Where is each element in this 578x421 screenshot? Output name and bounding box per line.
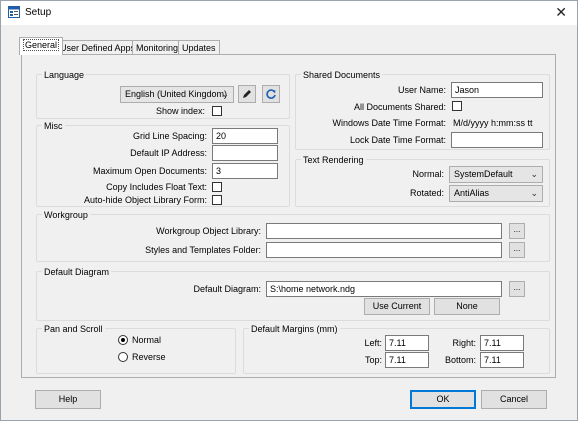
margin-left-input[interactable]: 7.11 — [385, 335, 429, 351]
cancel-button[interactable]: Cancel — [481, 390, 547, 409]
setup-app-icon — [8, 6, 20, 18]
margin-left-label: Left: — [364, 338, 382, 348]
misc-group-label: Misc — [42, 121, 65, 131]
lock-date-time-format-input[interactable] — [451, 132, 543, 148]
margin-bottom-input[interactable]: 7.11 — [480, 352, 524, 368]
language-select-value: English (United Kingdom) — [125, 89, 228, 99]
copy-float-text-label: Copy Includes Float Text: — [106, 182, 207, 192]
default-diagram-label: Default Diagram: — [193, 284, 261, 294]
autohide-library-checkbox[interactable] — [212, 195, 222, 205]
chevron-down-icon: ⌄ — [530, 188, 538, 198]
windows-date-time-format-label: Windows Date Time Format: — [332, 118, 446, 128]
all-documents-shared-checkbox[interactable] — [452, 101, 462, 111]
margin-right-label: Right: — [452, 338, 476, 348]
pan-normal-radio[interactable] — [118, 335, 128, 345]
max-open-docs-label: Maximum Open Documents: — [92, 166, 207, 176]
rotated-rendering-label: Rotated: — [409, 188, 444, 198]
close-icon[interactable]: ✕ — [555, 4, 567, 21]
margin-right-input[interactable]: 7.11 — [480, 335, 524, 351]
pan-normal-label: Normal — [132, 335, 162, 345]
use-current-button[interactable]: Use Current — [364, 298, 430, 315]
workgroup-group-label: Workgroup — [42, 210, 90, 220]
normal-rendering-value: SystemDefault — [454, 169, 513, 179]
default-ip-input[interactable] — [212, 145, 278, 161]
text-rendering-group-label: Text Rendering — [301, 155, 366, 165]
default-diagram-browse-button[interactable]: ... — [509, 281, 525, 297]
default-ip-label: Default IP Address: — [130, 148, 207, 158]
shared-documents-group-label: Shared Documents — [301, 70, 383, 80]
tab-general-label: General — [23, 39, 60, 51]
normal-rendering-select[interactable]: SystemDefault ⌄ — [449, 166, 543, 183]
styles-templates-input[interactable] — [266, 242, 502, 258]
default-diagram-input[interactable]: S:\home network.ndg — [266, 281, 502, 297]
tab-updates[interactable]: Updates — [178, 40, 220, 54]
language-select[interactable]: English (United Kingdom) ⌄ — [120, 86, 234, 103]
tab-user-defined-apps[interactable]: User Defined Apps — [56, 40, 140, 54]
chevron-down-icon: ⌄ — [530, 169, 538, 179]
workgroup-library-label: Workgroup Object Library: — [156, 226, 261, 236]
grid-line-spacing-label: Grid Line Spacing: — [132, 131, 207, 141]
workgroup-library-browse-button[interactable]: ... — [509, 223, 525, 239]
all-documents-shared-label: All Documents Shared: — [353, 102, 446, 112]
pencil-icon — [243, 90, 251, 98]
setup-dialog: Setup ✕ General User Defined Apps Monito… — [0, 0, 578, 421]
show-index-label: Show index: — [155, 106, 205, 116]
chevron-down-icon: ⌄ — [221, 89, 229, 99]
windows-date-time-format-value: M/d/yyyy h:mm:ss tt — [453, 118, 533, 128]
title-bar: Setup ✕ — [1, 1, 577, 25]
margin-top-label: Top: — [364, 355, 382, 365]
user-name-input[interactable]: Jason — [451, 82, 543, 98]
max-open-docs-input[interactable]: 3 — [212, 163, 278, 179]
window-title: Setup — [25, 7, 52, 18]
refresh-language-button[interactable] — [262, 85, 280, 103]
tab-monitoring[interactable]: Monitoring — [132, 40, 183, 54]
user-name-label: User Name: — [397, 85, 446, 95]
default-diagram-group-label: Default Diagram — [42, 267, 112, 277]
margin-top-input[interactable]: 7.11 — [385, 352, 429, 368]
none-button[interactable]: None — [434, 298, 500, 315]
copy-float-text-checkbox[interactable] — [212, 182, 222, 192]
tab-general[interactable]: General — [19, 37, 64, 55]
pan-scroll-group-label: Pan and Scroll — [42, 324, 105, 334]
rotated-rendering-select[interactable]: AntiAlias ⌄ — [449, 185, 543, 202]
refresh-icon — [266, 89, 276, 99]
grid-line-spacing-input[interactable]: 20 — [212, 128, 278, 144]
normal-rendering-label: Normal: — [412, 169, 444, 179]
language-group-label: Language — [42, 70, 87, 80]
margin-bottom-label: Bottom: — [444, 355, 476, 365]
styles-templates-label: Styles and Templates Folder: — [145, 245, 261, 255]
show-index-checkbox[interactable] — [212, 106, 222, 116]
lock-date-time-format-label: Lock Date Time Format: — [349, 135, 446, 145]
workgroup-library-input[interactable] — [266, 223, 502, 239]
edit-language-button[interactable] — [238, 85, 256, 103]
rotated-rendering-value: AntiAlias — [454, 188, 490, 198]
autohide-library-label: Auto-hide Object Library Form: — [83, 195, 207, 205]
help-button[interactable]: Help — [35, 390, 101, 409]
pan-reverse-label: Reverse — [132, 352, 166, 362]
pan-reverse-radio[interactable] — [118, 352, 128, 362]
ok-button[interactable]: OK — [410, 390, 476, 409]
styles-templates-browse-button[interactable]: ... — [509, 242, 525, 258]
default-margins-group-label: Default Margins (mm) — [249, 324, 340, 334]
